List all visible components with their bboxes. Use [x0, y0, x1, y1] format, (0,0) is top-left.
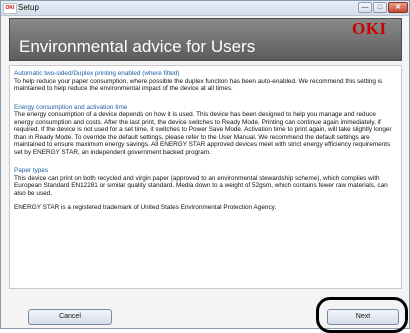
paper-section: Paper types This device can print on bot… — [14, 167, 397, 197]
page-title: Environmental advice for Users — [19, 37, 256, 56]
section-body: This device can print on both recycled a… — [14, 174, 388, 197]
energy-section: Energy consumption and activation time T… — [14, 104, 397, 157]
maximize-button[interactable]: □ — [373, 2, 387, 13]
oki-app-icon: OKI — [3, 3, 17, 14]
oki-logo: OKI — [352, 19, 387, 38]
section-title: Energy consumption and activation time — [14, 103, 128, 111]
section-title: Automatic two-sided/Duplex printing enab… — [14, 70, 180, 77]
close-button[interactable]: ✕ — [388, 2, 408, 13]
section-title: Paper types — [14, 167, 49, 174]
cancel-button[interactable]: Cancel — [28, 309, 112, 325]
section-body: To help reduce your paper consumption, w… — [14, 77, 383, 93]
next-button-highlight — [316, 297, 408, 333]
title-bar: OKI Setup — □ ✕ — [1, 1, 409, 16]
setup-window: OKI Setup — □ ✕ Environmental advice for… — [0, 0, 410, 333]
page-header: Environmental advice for Users OKI — [9, 18, 402, 61]
trademark-notice: ENERGY STAR is a registered trademark of… — [14, 204, 277, 211]
section-body: The energy consumption of a device depen… — [14, 111, 392, 156]
window-title: Setup — [18, 3, 39, 12]
advice-content: Automatic two-sided/Duplex printing enab… — [9, 65, 402, 289]
duplex-section: Automatic two-sided/Duplex printing enab… — [14, 70, 397, 93]
minimize-button[interactable]: — — [358, 2, 372, 13]
